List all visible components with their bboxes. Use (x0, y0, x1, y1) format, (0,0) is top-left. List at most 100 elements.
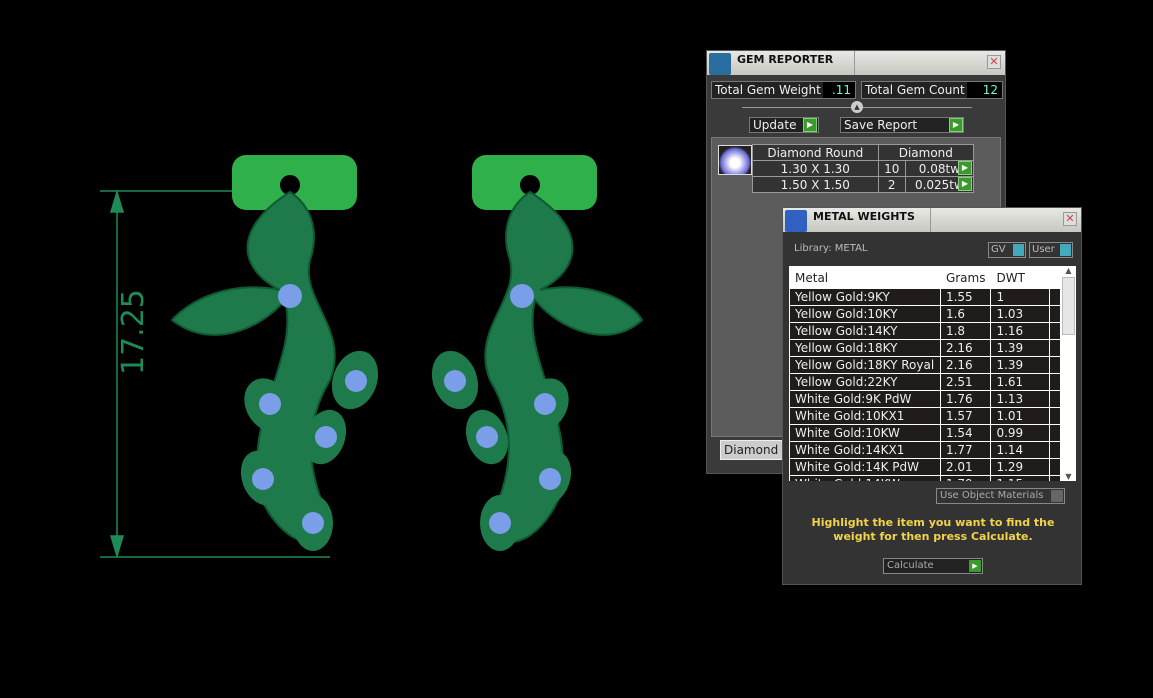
metal-row[interactable]: White Gold:10KX1 1.57 1.01 (789, 407, 1061, 425)
metal-dwt: 1.01 (990, 407, 1050, 425)
gv-toggle[interactable]: GV (988, 242, 1026, 258)
gem-row[interactable]: 1.50 X 1.50 2 0.025tw (752, 176, 975, 193)
metal-dwt: 0.99 (990, 424, 1050, 442)
metal-name: Yellow Gold:22KY (789, 373, 941, 391)
gem-size: 1.50 X 1.50 (752, 176, 879, 193)
metal-grams: 2.16 (939, 339, 992, 357)
metal-row[interactable]: White Gold:10KW 1.54 0.99 (789, 424, 1061, 442)
metal-name: Yellow Gold:14KY (789, 322, 941, 340)
metal-dwt: 1.39 (990, 339, 1050, 357)
col-grams[interactable]: Grams (939, 266, 992, 289)
metal-grams: 2.51 (939, 373, 992, 391)
metal-row[interactable]: Yellow Gold:10KY 1.6 1.03 (789, 305, 1061, 323)
calculate-label: Calculate (887, 560, 934, 571)
metal-row-spacer (1049, 373, 1061, 391)
metal-grams: 1.57 (939, 407, 992, 425)
metal-table: Metal Grams DWT Yellow Gold:9KY 1.55 1 Yellow… (789, 266, 1061, 481)
metal-dwt: 1 (990, 288, 1050, 306)
scrollbar-thumb[interactable] (1062, 277, 1075, 335)
metal-dwt: 1.13 (990, 390, 1050, 408)
metal-row-spacer (1049, 475, 1061, 481)
earring-left (170, 155, 379, 551)
metal-name: Yellow Gold:9KY (789, 288, 941, 306)
metal-row[interactable]: Yellow Gold:18KY Royal 2.16 1.39 (789, 356, 1061, 374)
metal-row[interactable]: White Gold:14KX1 1.77 1.14 (789, 441, 1061, 459)
col-dwt[interactable]: DWT (990, 266, 1050, 289)
calculate-button[interactable]: Calculate ▶ (883, 558, 983, 574)
metal-row-spacer (1049, 288, 1061, 306)
metal-name: White Gold:10KX1 (789, 407, 941, 425)
gem-reporter-title: GEM REPORTER (737, 53, 834, 66)
metal-row[interactable]: Yellow Gold:9KY 1.55 1 (789, 288, 1061, 306)
metal-grams: 1.54 (939, 424, 992, 442)
metal-row-spacer (1049, 356, 1061, 374)
update-play-icon[interactable]: ▶ (803, 118, 817, 132)
metal-dwt: 1.03 (990, 305, 1050, 323)
gem-row-2-play-icon[interactable]: ▶ (958, 177, 972, 191)
metal-grams: 1.79 (939, 475, 992, 481)
metal-dwt: 1.16 (990, 322, 1050, 340)
total-gem-weight-value: .11 (823, 82, 855, 98)
metal-grams: 2.16 (939, 356, 992, 374)
library-label: Library: METAL (794, 243, 868, 254)
metal-grams: 1.8 (939, 322, 992, 340)
diamond-gem-icon (718, 145, 752, 175)
metal-row[interactable]: White Gold:14KW1.791.15 (789, 475, 1061, 481)
metal-row[interactable]: Yellow Gold:18KY 2.16 1.39 (789, 339, 1061, 357)
metal-row[interactable]: Yellow Gold:22KY 2.51 1.61 (789, 373, 1061, 391)
metal-dwt: 1.39 (990, 356, 1050, 374)
save-report-play-icon[interactable]: ▶ (949, 118, 963, 132)
use-object-materials-toggle[interactable]: Use Object Materials (936, 488, 1065, 504)
metal-weights-title: METAL WEIGHTS (813, 210, 915, 223)
gem-filter-dropdown[interactable]: Diamond (720, 440, 790, 460)
gem-count: 2 (877, 176, 906, 193)
viewport-3d[interactable]: 17.25 (0, 0, 700, 698)
total-gem-count-value: 12 (967, 82, 1002, 98)
gem-table: Diamond Round Diamond 1.30 X 1.30 10 0.08tw… (752, 144, 975, 193)
metal-table-container: Metal Grams DWT Yellow Gold:9KY 1.55 1 Yellow… (789, 266, 1076, 481)
use-object-materials-label: Use Object Materials (940, 490, 1044, 501)
col-metal[interactable]: Metal (789, 266, 941, 289)
metal-row[interactable]: White Gold:14K PdW 2.01 1.29 (789, 458, 1061, 476)
scrollbar[interactable]: ▲ ▼ (1061, 266, 1076, 481)
gem-reporter-app-icon (709, 53, 731, 75)
metal-grams: 2.01 (939, 458, 992, 476)
gem-count: 10 (877, 160, 906, 177)
gem-size: 1.30 X 1.30 (752, 160, 879, 177)
metal-name: Yellow Gold:10KY (789, 305, 941, 323)
user-toggle[interactable]: User (1029, 242, 1073, 258)
metal-row-spacer (1049, 458, 1061, 476)
gem-shape-header: Diamond Round (752, 144, 879, 161)
metal-grams: 1.6 (939, 305, 992, 323)
gem-reporter-titlebar[interactable]: GEM REPORTER ✕ (707, 51, 1005, 75)
save-report-button[interactable]: Save Report (840, 117, 964, 133)
metal-row[interactable]: White Gold:9K PdW 1.76 1.13 (789, 390, 1061, 408)
metal-name: White Gold:10KW (789, 424, 941, 442)
metal-name: Yellow Gold:18KY (789, 339, 941, 357)
metal-name: White Gold:9K PdW (789, 390, 941, 408)
metal-weights-app-icon (785, 210, 807, 232)
metal-grams: 1.77 (939, 441, 992, 459)
gem-material-header: Diamond (877, 144, 975, 161)
metal-name: White Gold:14KX1 (789, 441, 941, 459)
metal-name: White Gold:14KW (789, 475, 941, 481)
collapse-handle[interactable]: ▲ (851, 101, 863, 113)
metal-row-spacer (1049, 441, 1061, 459)
metal-grams: 1.76 (939, 390, 992, 408)
metal-dwt: 1.15 (990, 475, 1050, 481)
gv-label: GV (991, 244, 1006, 255)
metal-row-spacer (1049, 305, 1061, 323)
metal-row[interactable]: Yellow Gold:14KY 1.8 1.16 (789, 322, 1061, 340)
close-icon[interactable]: ✕ (987, 55, 1001, 69)
instruction-text: Highlight the item you want to find the … (811, 516, 1055, 543)
gem-row-1-play-icon[interactable]: ▶ (958, 161, 972, 175)
metal-dwt: 1.14 (990, 441, 1050, 459)
metal-row-spacer (1049, 424, 1061, 442)
metal-dwt: 1.29 (990, 458, 1050, 476)
dimension-label: 17.25 (116, 289, 151, 375)
gem-row[interactable]: 1.30 X 1.30 10 0.08tw (752, 160, 975, 177)
metal-grams: 1.55 (939, 288, 992, 306)
metal-row-spacer (1049, 322, 1061, 340)
close-icon[interactable]: ✕ (1063, 212, 1077, 226)
metal-weights-titlebar[interactable]: METAL WEIGHTS ✕ (783, 208, 1081, 232)
